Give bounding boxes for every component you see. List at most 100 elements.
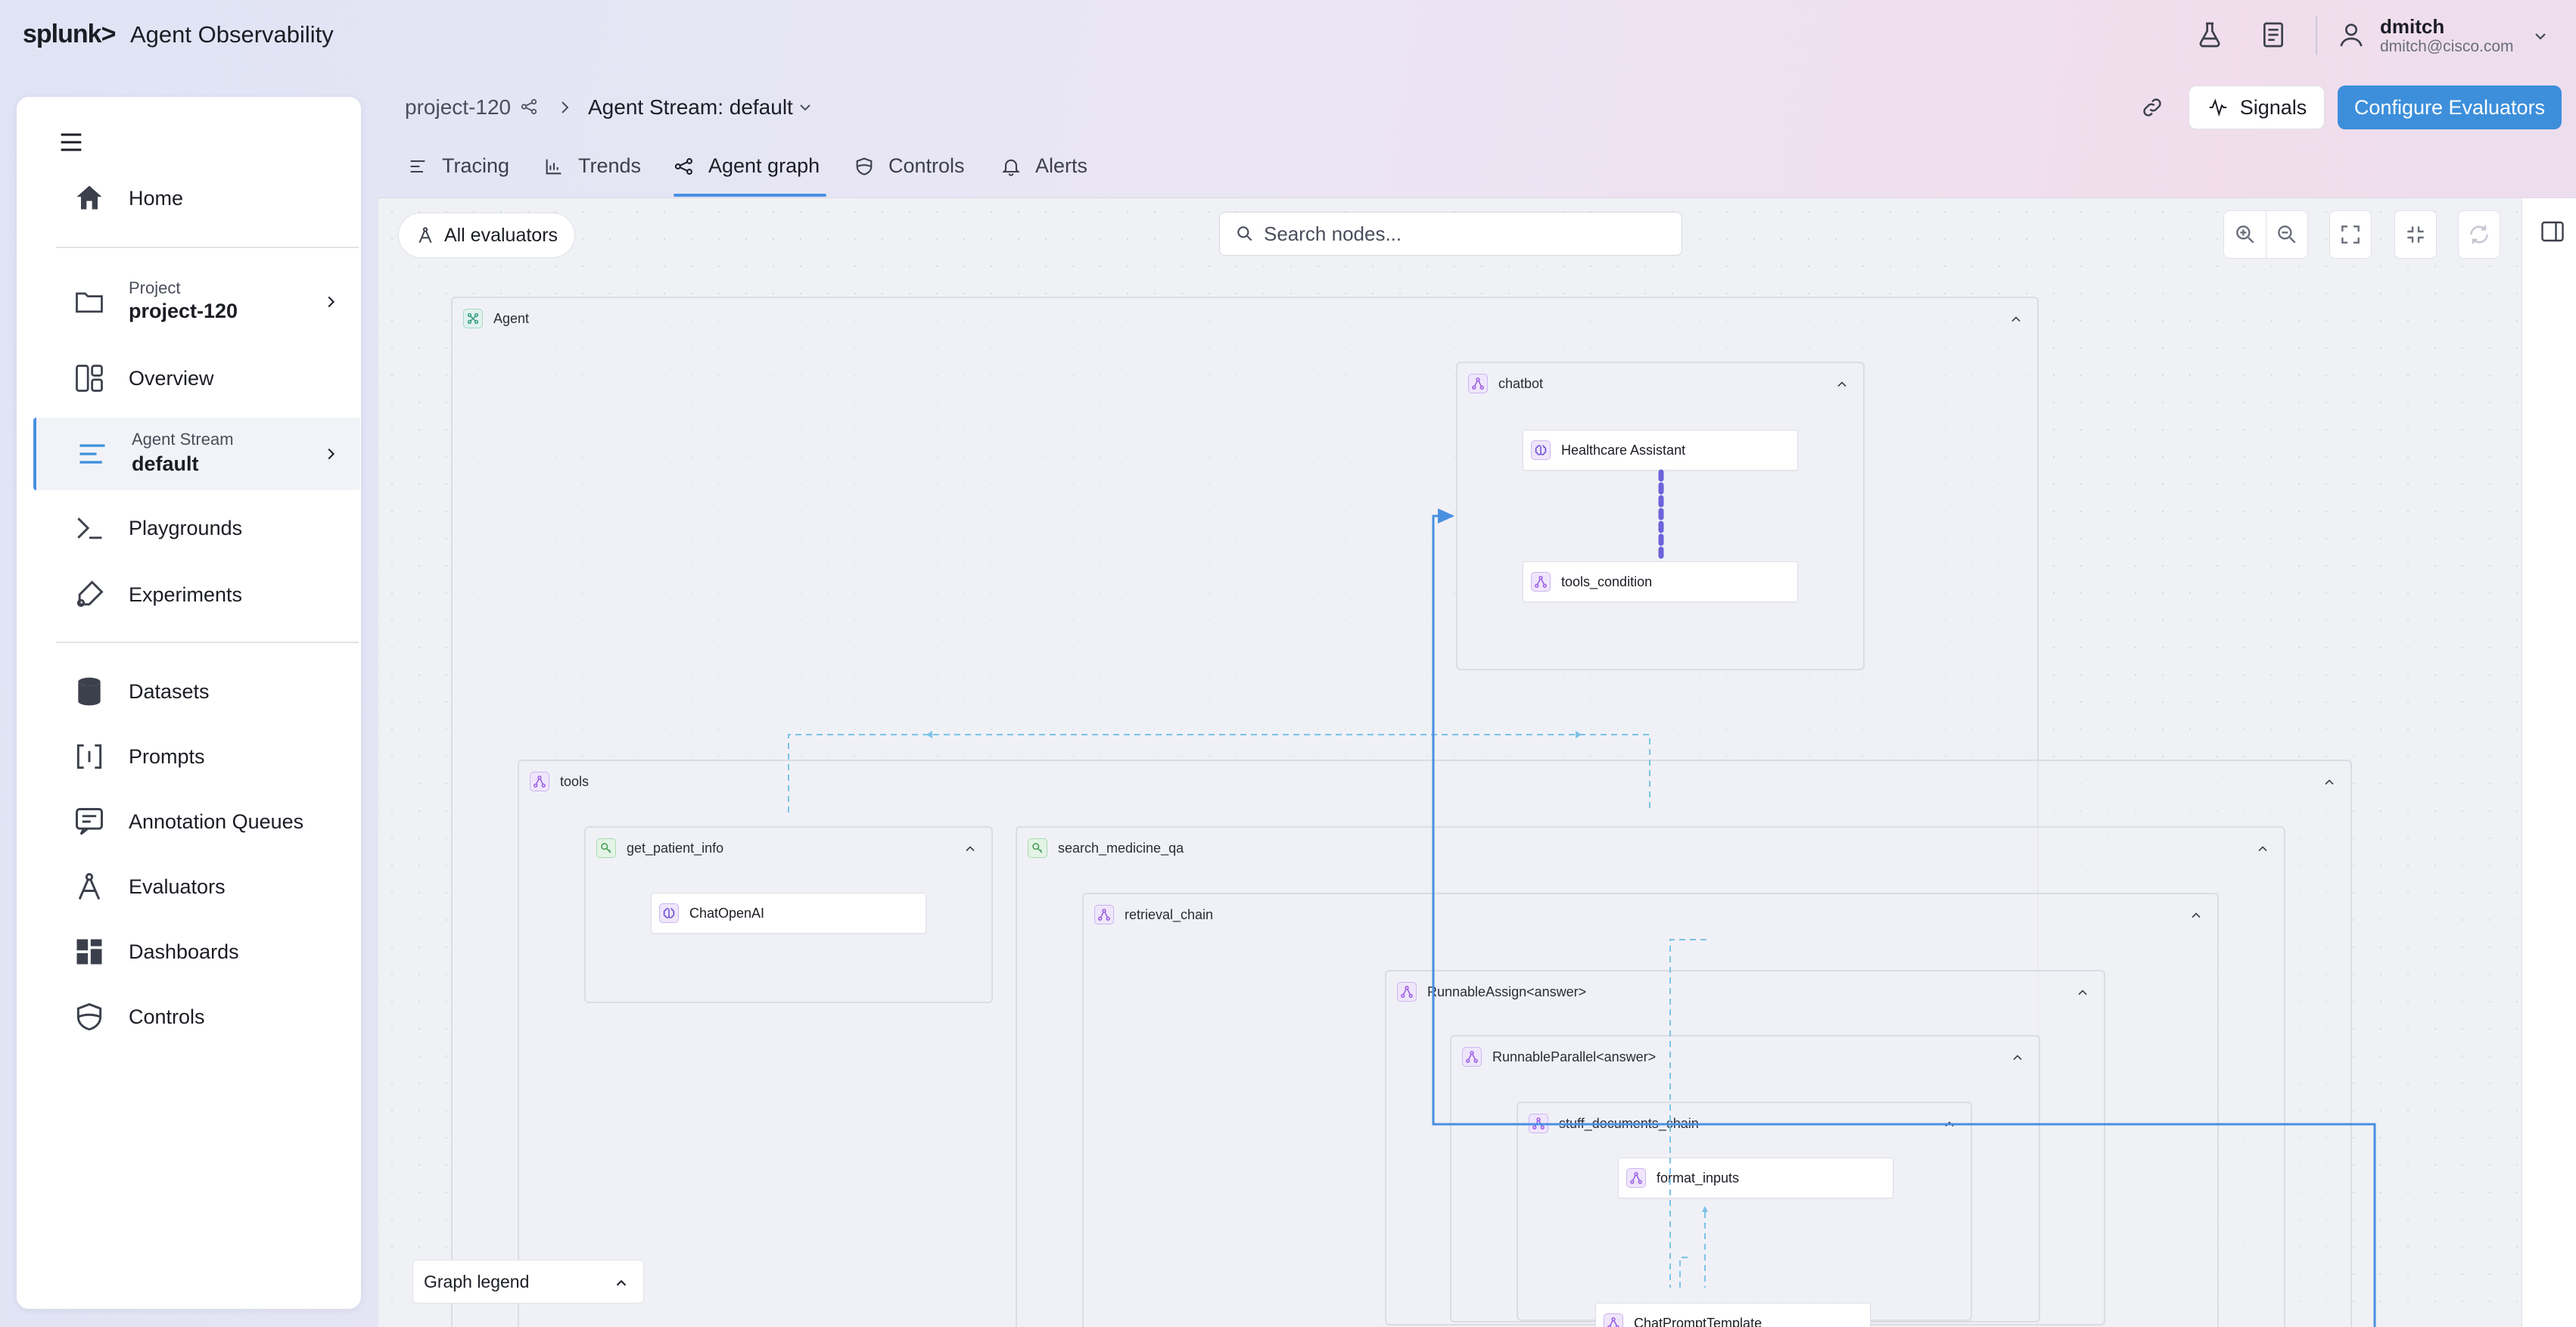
top-divider	[2316, 17, 2317, 54]
signals-icon	[2207, 96, 2229, 119]
sidebar-item-label: Controls	[129, 1005, 205, 1028]
sidebar-item-label: Experiments	[129, 583, 243, 606]
project-label: Project	[129, 278, 181, 297]
folder-icon	[73, 285, 106, 319]
search-nodes-box[interactable]	[1219, 212, 1682, 256]
sidebar-item-label: Overview	[129, 366, 214, 390]
app-title: Agent Observability	[130, 21, 334, 48]
tab-label: Agent graph	[708, 154, 820, 177]
sidebar-item-label: Annotation Queues	[129, 810, 304, 833]
tab-tracing[interactable]: Tracing	[407, 154, 509, 178]
sidebar-item-datasets[interactable]: Datasets	[33, 667, 360, 716]
edge-arrowhead	[1576, 731, 1582, 738]
fit-view-button[interactable]	[2329, 210, 2372, 259]
shield-icon	[854, 156, 875, 177]
share-icon[interactable]	[519, 97, 539, 117]
sidebar-item-overview[interactable]: Overview	[33, 354, 360, 402]
sidebar: Home Project project-120 Overview Agent …	[17, 97, 361, 1309]
configure-evaluators-button[interactable]: Configure Evaluators	[2338, 85, 2562, 129]
tab-trends[interactable]: Trends	[543, 154, 641, 178]
graph-canvas[interactable]: Agent chatbot Healthcare Assistant tools…	[378, 198, 2522, 1327]
breadcrumb-project[interactable]: project-120	[405, 95, 511, 120]
collapse-icon	[2403, 222, 2428, 247]
sidebar-item-label: Evaluators	[129, 875, 226, 898]
user-menu-chevron-icon[interactable]	[2531, 27, 2550, 45]
all-evaluators-label: All evaluators	[443, 224, 558, 246]
sidebar-item-annotation-queues[interactable]: Annotation Queues	[33, 797, 360, 846]
agent-stream-value: default	[132, 452, 199, 475]
graph-legend-toggle[interactable]: Graph legend	[412, 1260, 644, 1304]
user-avatar-icon[interactable]	[2336, 20, 2366, 50]
terminal-icon	[73, 511, 106, 545]
edge-arrowhead	[926, 731, 932, 738]
signals-button[interactable]: Signals	[2189, 85, 2325, 129]
flask-icon[interactable]	[2195, 20, 2225, 50]
shield-icon	[73, 1000, 106, 1033]
bell-icon	[1000, 156, 1022, 177]
sidebar-item-label: Dashboards	[129, 940, 239, 963]
sidebar-item-label: Home	[129, 186, 184, 210]
overview-icon	[73, 362, 106, 395]
stream-lines-icon	[76, 437, 109, 471]
edge-arrowhead	[1702, 1206, 1708, 1212]
search-icon	[1235, 224, 1255, 244]
agent-stream-label: Agent Stream	[132, 430, 234, 449]
expand-icon	[2338, 222, 2363, 247]
hamburger-menu-icon[interactable]	[56, 127, 86, 157]
sidebar-item-controls[interactable]: Controls	[33, 993, 360, 1041]
stream-dropdown-chevron-icon[interactable]	[796, 98, 814, 117]
tab-controls[interactable]: Controls	[854, 154, 965, 178]
sidebar-item-dashboards[interactable]: Dashboards	[33, 928, 360, 976]
all-evaluators-filter[interactable]: All evaluators	[398, 213, 575, 258]
tab-label: Trends	[578, 154, 642, 177]
user-name[interactable]: dmitch	[2380, 15, 2444, 39]
tab-label: Tracing	[442, 154, 510, 177]
zoom-in-icon	[2233, 222, 2257, 247]
link-icon[interactable]	[2140, 95, 2164, 120]
docs-icon[interactable]	[2258, 20, 2288, 50]
database-icon	[73, 675, 106, 708]
annotation-icon	[73, 805, 106, 838]
search-nodes-input[interactable]	[1264, 222, 1672, 246]
breadcrumb-stream[interactable]: Agent Stream: default	[588, 95, 793, 120]
collapse-all-button[interactable]	[2394, 210, 2437, 259]
panel-toggle-icon[interactable]	[2539, 218, 2566, 245]
zoom-out-icon	[2275, 222, 2299, 247]
chevron-right-icon	[322, 446, 339, 462]
tab-label: Alerts	[1035, 154, 1088, 177]
user-email: dmitch@cisco.com	[2380, 38, 2514, 55]
sidebar-item-label: Playgrounds	[129, 516, 243, 539]
edge-solid	[1432, 514, 2376, 1327]
sidebar-item-playgrounds[interactable]: Playgrounds	[33, 504, 360, 552]
sidebar-item-agent-stream[interactable]: Agent Stream default	[33, 418, 360, 490]
sidebar-item-project[interactable]: Project project-120	[33, 275, 360, 328]
tab-agent-graph[interactable]: Agent graph	[674, 154, 820, 178]
evaluator-compass-icon	[73, 870, 106, 903]
zoom-out-button[interactable]	[2266, 210, 2308, 259]
right-panel-rail	[2522, 198, 2576, 1327]
tab-alerts[interactable]: Alerts	[1000, 154, 1087, 178]
splunk-logo[interactable]: splunk>	[23, 20, 116, 49]
experiment-icon	[73, 578, 106, 611]
zoom-in-button[interactable]	[2223, 210, 2266, 259]
list-icon	[407, 156, 428, 177]
signals-label: Signals	[2239, 95, 2307, 119]
project-value: project-120	[129, 300, 238, 322]
sidebar-item-prompts[interactable]: Prompts	[33, 732, 360, 781]
breadcrumb-separator-icon	[555, 98, 574, 117]
refresh-button[interactable]	[2458, 210, 2500, 259]
sidebar-item-evaluators[interactable]: Evaluators	[33, 862, 360, 911]
graph-edges	[788, 469, 2376, 1327]
bar-chart-icon	[543, 156, 565, 177]
edge-dashed-group	[788, 734, 1706, 1288]
chevron-up-icon	[616, 1279, 627, 1286]
dashboard-icon	[73, 935, 106, 968]
sidebar-item-home[interactable]: Home	[33, 174, 360, 222]
tab-label: Controls	[888, 154, 965, 177]
graph-icon	[674, 156, 695, 177]
sidebar-item-experiments[interactable]: Experiments	[33, 570, 360, 619]
sidebar-item-label: Prompts	[129, 744, 205, 768]
sidebar-divider	[56, 247, 359, 248]
sidebar-item-label: Datasets	[129, 679, 210, 703]
sidebar-divider	[56, 642, 359, 643]
